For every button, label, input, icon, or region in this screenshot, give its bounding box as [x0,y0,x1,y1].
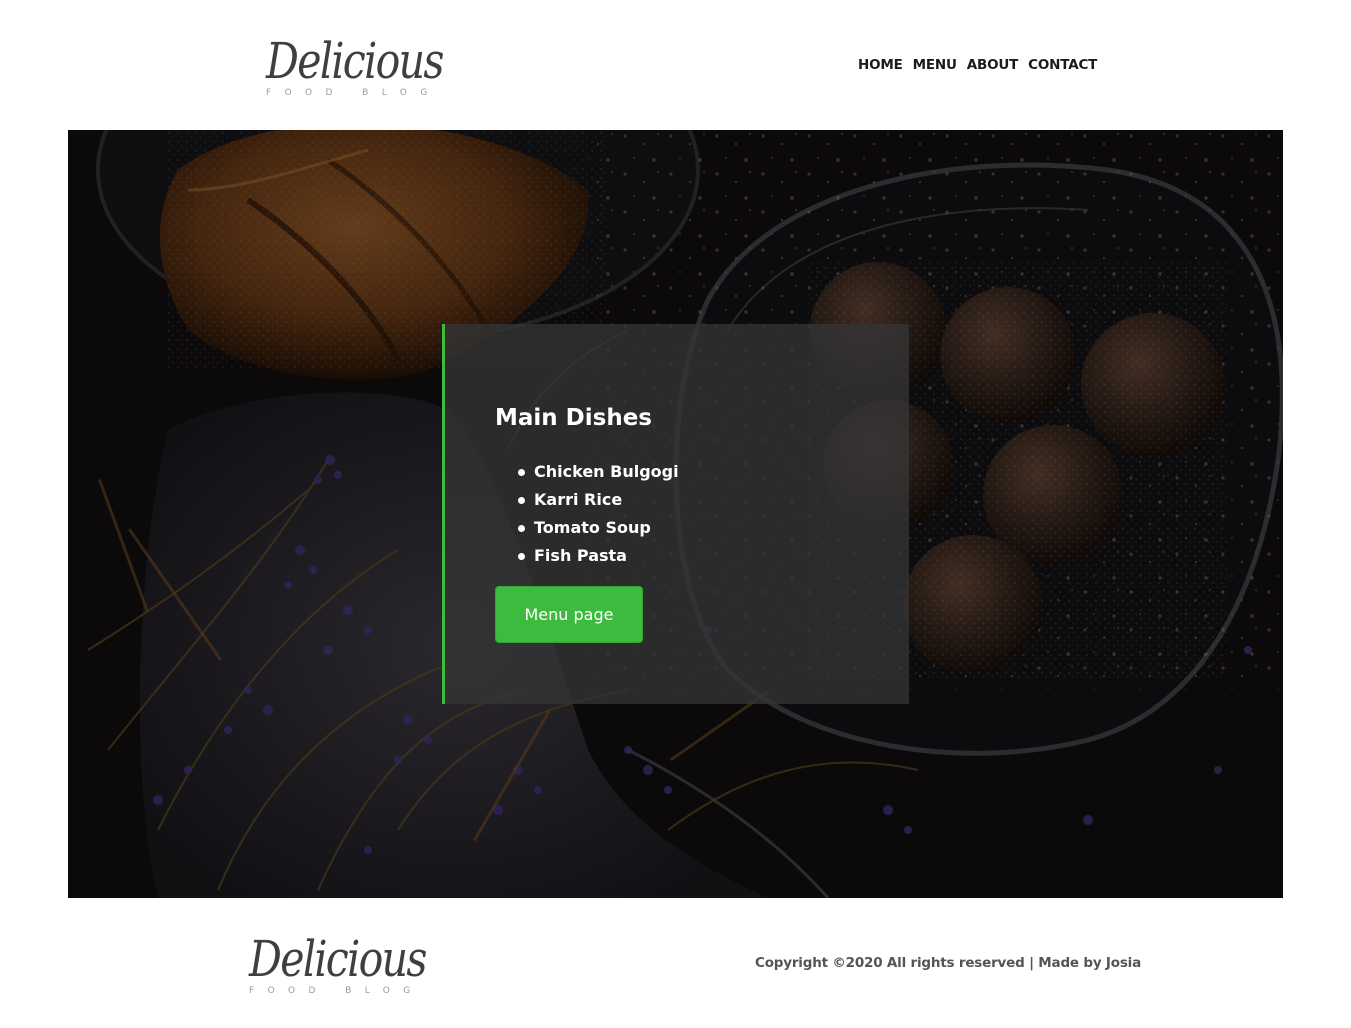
footer-logo[interactable]: Delicious FOOD BLOG [249,932,465,996]
nav-home[interactable]: HOME [858,56,903,74]
list-item: Chicken Bulgogi [518,462,679,490]
nav-about[interactable]: ABOUT [967,56,1019,74]
logo-wordmark: Delicious [266,32,444,90]
copyright-text: Copyright ©2020 All rights reserved | Ma… [755,955,1141,971]
dish-list: Chicken Bulgogi Karri Rice Tomato Soup F… [518,462,679,574]
menu-page-button[interactable]: Menu page [495,586,643,643]
site-header: Delicious FOOD BLOG HOME MENU ABOUT CONT… [0,0,1351,130]
main-nav: HOME MENU ABOUT CONTACT [858,56,1097,74]
nav-menu[interactable]: MENU [913,56,957,74]
logo-wordmark: Delicious [249,930,427,988]
main-dishes-card: Main Dishes Chicken Bulgogi Karri Rice T… [442,324,909,704]
page: Delicious FOOD BLOG HOME MENU ABOUT CONT… [0,0,1351,1028]
header-logo[interactable]: Delicious FOOD BLOG [266,34,482,98]
nav-contact[interactable]: CONTACT [1028,56,1097,74]
list-item: Fish Pasta [518,546,679,574]
list-item: Tomato Soup [518,518,679,546]
hero-section: Main Dishes Chicken Bulgogi Karri Rice T… [68,130,1283,898]
card-title: Main Dishes [495,405,653,431]
list-item: Karri Rice [518,490,679,518]
